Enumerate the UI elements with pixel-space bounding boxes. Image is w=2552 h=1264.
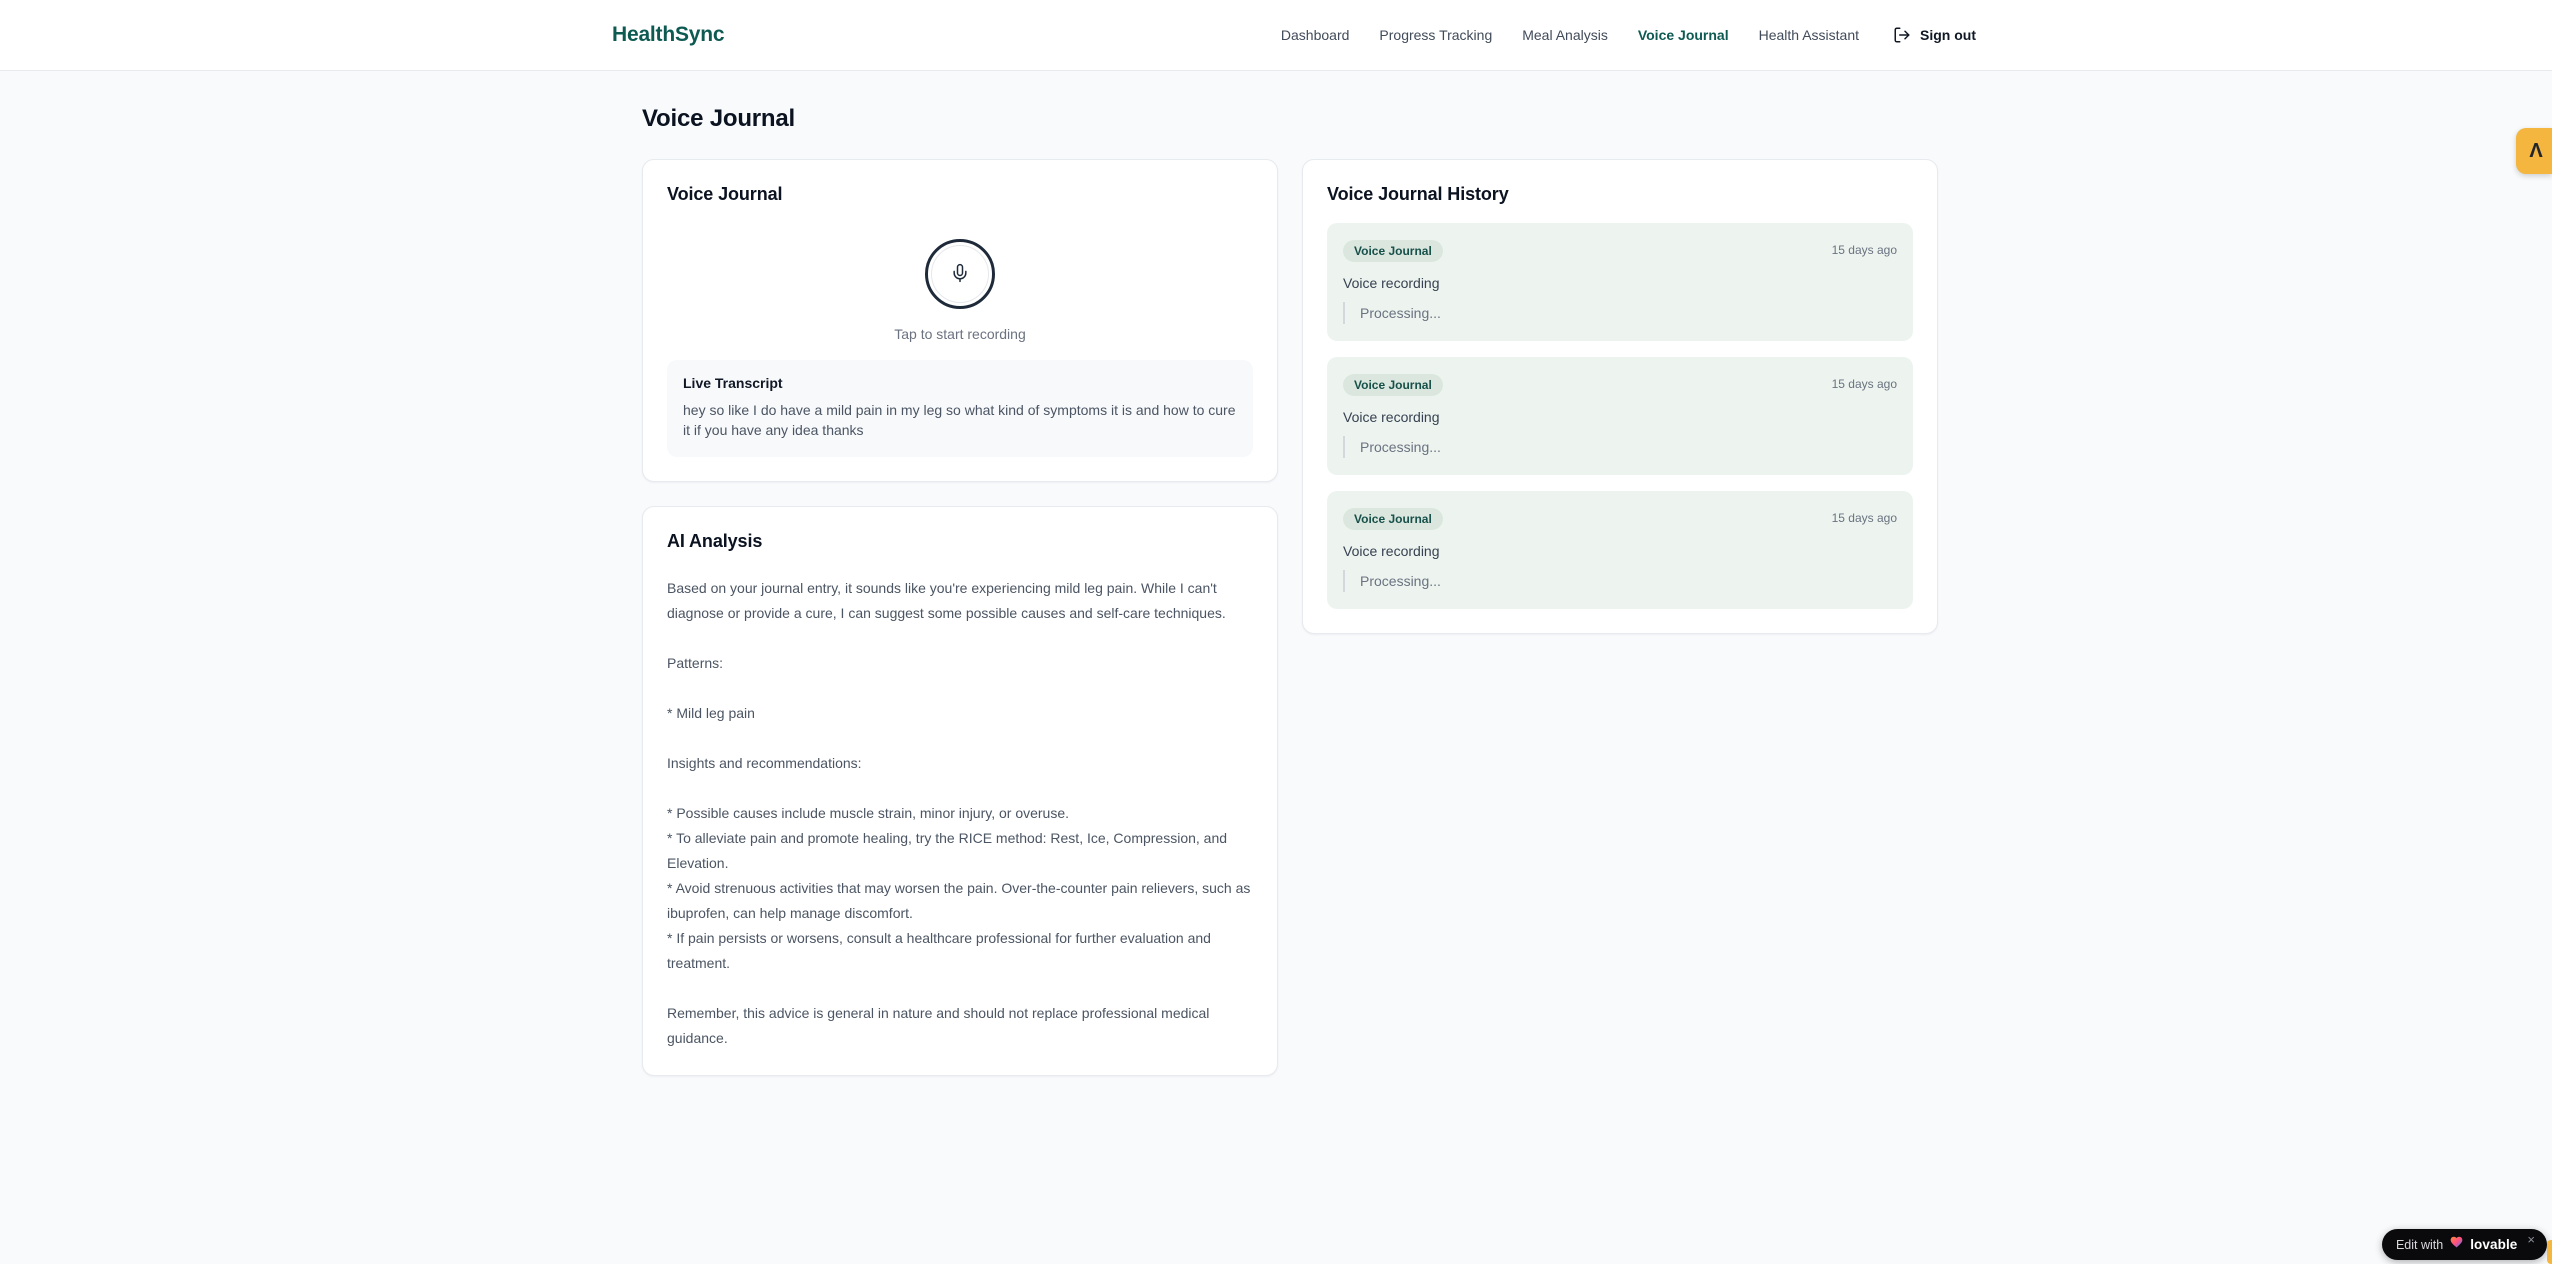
sign-out-button[interactable]: Sign out — [1893, 26, 1976, 44]
gradient-heart-icon — [2449, 1235, 2464, 1254]
history-entry[interactable]: Voice Journal 15 days ago Voice recordin… — [1327, 223, 1913, 341]
entry-timestamp: 15 days ago — [1831, 243, 1897, 257]
ai-analysis-title: AI Analysis — [667, 531, 763, 551]
live-transcript-box: Live Transcript hey so like I do have a … — [667, 360, 1253, 457]
history-entry[interactable]: Voice Journal 15 days ago Voice recordin… — [1327, 357, 1913, 475]
entry-timestamp: 15 days ago — [1831, 511, 1897, 525]
history-entry-header: Voice Journal 15 days ago — [1343, 374, 1897, 396]
history-entry-header: Voice Journal 15 days ago — [1343, 508, 1897, 530]
close-icon[interactable]: × — [2527, 1233, 2535, 1246]
history-entry-header: Voice Journal 15 days ago — [1343, 240, 1897, 262]
main-content: Voice Journal Voice Journal Tap to start… — [642, 71, 1938, 1076]
entry-type-badge: Voice Journal — [1343, 240, 1443, 262]
entry-processing-status: Processing... — [1343, 436, 1897, 458]
entry-label: Voice recording — [1343, 543, 1440, 559]
history-list: Voice Journal 15 days ago Voice recordin… — [1327, 223, 1913, 609]
page-title: Voice Journal — [642, 105, 796, 132]
nav-item-health-assistant[interactable]: Health Assistant — [1759, 27, 1859, 43]
main-nav: Dashboard Progress Tracking Meal Analysi… — [1281, 26, 1976, 44]
microphone-icon — [950, 263, 970, 286]
nav-item-voice-journal[interactable]: Voice Journal — [1638, 27, 1729, 43]
entry-processing-status: Processing... — [1343, 570, 1897, 592]
right-column: Voice Journal History Voice Journal 15 d… — [1302, 159, 1938, 634]
content-grid: Voice Journal Tap to start recording Liv… — [642, 159, 1938, 1076]
live-transcript-title: Live Transcript — [683, 375, 783, 391]
voice-journal-recorder-card: Voice Journal Tap to start recording Liv… — [642, 159, 1278, 482]
record-button[interactable] — [925, 239, 995, 309]
entry-timestamp: 15 days ago — [1831, 377, 1897, 391]
mic-button-area — [667, 239, 1253, 309]
entry-label: Voice recording — [1343, 409, 1440, 425]
brand-logo[interactable]: HealthSync — [612, 23, 725, 47]
history-entry[interactable]: Voice Journal 15 days ago Voice recordin… — [1327, 491, 1913, 609]
ai-analysis-body: Based on your journal entry, it sounds l… — [667, 580, 1251, 1046]
nav-item-dashboard[interactable]: Dashboard — [1281, 27, 1350, 43]
header: HealthSync Dashboard Progress Tracking M… — [0, 0, 2552, 71]
lovable-wordmark: lovable — [2470, 1237, 2518, 1252]
tap-to-record-hint: Tap to start recording — [894, 326, 1026, 342]
left-column: Voice Journal Tap to start recording Liv… — [642, 159, 1278, 1076]
entry-processing-status: Processing... — [1343, 302, 1897, 324]
lovable-mark-icon: Λ — [2529, 139, 2543, 162]
sign-out-label: Sign out — [1920, 27, 1976, 43]
recorder-card-title: Voice Journal — [667, 184, 783, 204]
entry-label: Voice recording — [1343, 275, 1440, 291]
entry-type-badge: Voice Journal — [1343, 508, 1443, 530]
logout-icon — [1893, 26, 1911, 44]
nav-item-meal-analysis[interactable]: Meal Analysis — [1522, 27, 1608, 43]
edge-dev-toggle-badge[interactable]: Λ — [2516, 128, 2552, 174]
live-transcript-text: hey so like I do have a mild pain in my … — [683, 402, 1236, 438]
voice-journal-history-card: Voice Journal History Voice Journal 15 d… — [1302, 159, 1938, 634]
ai-analysis-card: AI Analysis Based on your journal entry,… — [642, 506, 1278, 1076]
history-card-title: Voice Journal History — [1327, 184, 1509, 204]
edit-with-lovable-badge[interactable]: Edit with lovable × — [2381, 1229, 2547, 1260]
entry-type-badge: Voice Journal — [1343, 374, 1443, 396]
edit-with-label: Edit with — [2395, 1237, 2444, 1252]
nav-item-progress-tracking[interactable]: Progress Tracking — [1379, 27, 1492, 43]
header-inner: HealthSync Dashboard Progress Tracking M… — [612, 0, 1976, 70]
corner-amber-sliver — [2547, 1240, 2552, 1264]
